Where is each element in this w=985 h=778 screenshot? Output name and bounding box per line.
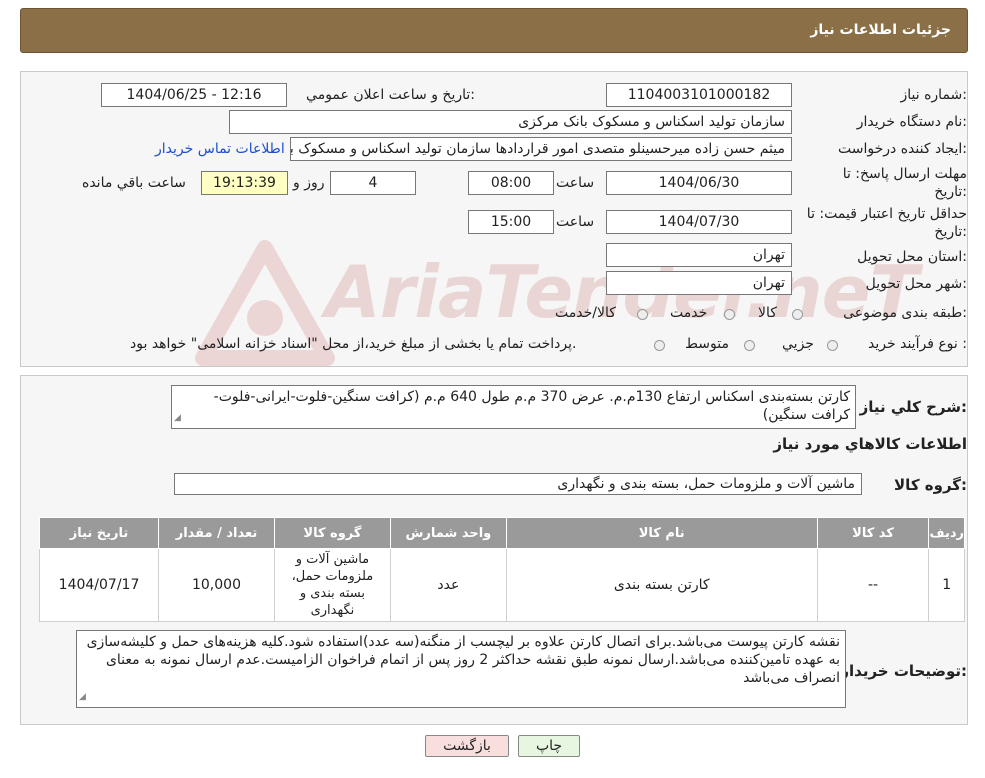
back-button[interactable]: بازگشت	[425, 735, 509, 757]
deadline-time-field: 08:00	[468, 171, 554, 195]
goods-group-label: گروه كالا:	[894, 476, 967, 494]
need-number-label: شماره نیاز:	[900, 87, 967, 103]
table-header-row: رديف كد كالا نام كالا واحد شمارش گروه كا…	[38, 517, 965, 549]
category-radio-service[interactable]	[724, 309, 735, 320]
th-row: رديف	[928, 517, 965, 549]
deadline-label-date: تاريخ:	[934, 184, 967, 200]
goods-group-field: ماشين آلات و ملزومات حمل، بسته بندی و نگ…	[174, 473, 862, 495]
category-option-service: خدمت	[670, 305, 708, 321]
price-validity-time-field: 15:00	[468, 210, 554, 234]
cell-date: 1404/07/17	[38, 548, 160, 622]
resize-grip-icon: ◢	[79, 692, 86, 702]
resize-grip-icon: ◢	[174, 413, 181, 423]
cell-code: --	[816, 548, 930, 622]
price-validity-label: حداقل تاريخ اعتبار قيمت: تا	[806, 206, 967, 222]
remaining-time-label: ساعت باقي مانده	[82, 175, 186, 191]
cell-unit: عدد	[389, 548, 507, 622]
deadline-days-label: روز و	[293, 175, 325, 191]
price-validity-time-label: ساعت	[556, 214, 595, 230]
buyer-contact-link[interactable]: اطلاعات تماس خريدار	[155, 141, 285, 157]
summary-text: كارتن بسته‌بندی اسكناس ارتفاع 130م.م. عر…	[213, 389, 850, 423]
th-code: كد كالا	[816, 517, 930, 549]
deadline-label: مهلت ارسال پاسخ: تا	[842, 166, 967, 182]
deadline-days-field: 4	[330, 171, 416, 195]
page-header: جزئیات اطلاعات نیاز	[20, 8, 968, 53]
print-button[interactable]: چاپ	[518, 735, 580, 757]
buyer-label: نام دستگاه خريدار:	[856, 114, 967, 130]
th-date: تاريخ نياز	[38, 517, 160, 549]
process-radio-treasury[interactable]	[654, 340, 665, 351]
cell-group: ماشين آلات و ملزومات حمل، بسته بندی و نگ…	[273, 548, 391, 622]
process-radio-partial[interactable]	[827, 340, 838, 351]
buyer-field: سازمان تولید اسکناس و مسکوک بانک مرکزی	[229, 110, 792, 134]
process-option-medium: متوسط	[685, 336, 729, 352]
remaining-time-field: 19:13:39	[201, 171, 288, 195]
th-qty: تعداد / مقدار	[158, 517, 275, 549]
category-option-goods-service: كالا/خدمت	[555, 305, 616, 321]
province-field: تهران	[606, 243, 792, 267]
price-validity-date-field: 1404/07/30	[606, 210, 792, 234]
category-radio-goods[interactable]	[792, 309, 803, 320]
process-label: نوع فرآيند خريد :	[868, 336, 967, 352]
summary-label: شرح كلي نياز:	[859, 398, 967, 416]
cell-name: كارتن بسته بندی	[505, 548, 818, 622]
requester-label: ايجاد كننده درخواست:	[838, 141, 967, 157]
process-option-partial: جزيي	[782, 336, 814, 352]
deadline-time-label: ساعت	[556, 175, 595, 191]
page-title: جزئیات اطلاعات نیاز	[810, 22, 951, 38]
summary-textarea[interactable]: كارتن بسته‌بندی اسكناس ارتفاع 130م.م. عر…	[171, 385, 856, 429]
cell-qty: 10,000	[158, 548, 275, 622]
th-unit: واحد شمارش	[389, 517, 507, 549]
buyer-notes-textarea[interactable]: نقشه كارتن پيوست می‌باشد.برای اتصال كارت…	[76, 630, 846, 708]
requester-field: میثم حسن زاده میرحسینلو متصدی امور قرارد…	[290, 137, 792, 161]
deadline-date-field: 1404/06/30	[606, 171, 792, 195]
announce-field: 1404/06/25 - 12:16	[101, 83, 287, 107]
buyer-notes-label: توضيحات خريدار:	[840, 662, 967, 680]
th-group: گروه كالا	[273, 517, 391, 549]
category-option-goods: كالا	[758, 305, 777, 321]
category-radio-goods-service[interactable]	[637, 309, 648, 320]
cell-row: 1	[928, 548, 965, 622]
city-field: تهران	[606, 271, 792, 295]
province-label: استان محل تحويل:	[857, 249, 967, 265]
category-label: طبقه بندی موضوعی:	[843, 305, 967, 321]
items-table: رديف كد كالا نام كالا واحد شمارش گروه كا…	[38, 517, 965, 622]
th-name: نام كالا	[505, 517, 818, 549]
goods-info-title: اطلاعات كالاهاي مورد نياز	[773, 435, 967, 453]
city-label: شهر محل تحويل:	[865, 276, 967, 292]
table-row: 1 -- كارتن بسته بندی عدد ماشين آلات و مل…	[38, 548, 965, 622]
process-radio-medium[interactable]	[744, 340, 755, 351]
buyer-notes-text: نقشه كارتن پيوست می‌باشد.برای اتصال كارت…	[86, 634, 840, 686]
process-treasury-note: پرداخت تمام يا بخشی از مبلغ خريد،از محل …	[130, 336, 577, 352]
price-validity-label-date: تاريخ:	[934, 224, 967, 240]
announce-label: تاریخ و ساعت اعلان عمومي:	[306, 87, 475, 103]
need-number-field: 1104003101000182	[606, 83, 792, 107]
